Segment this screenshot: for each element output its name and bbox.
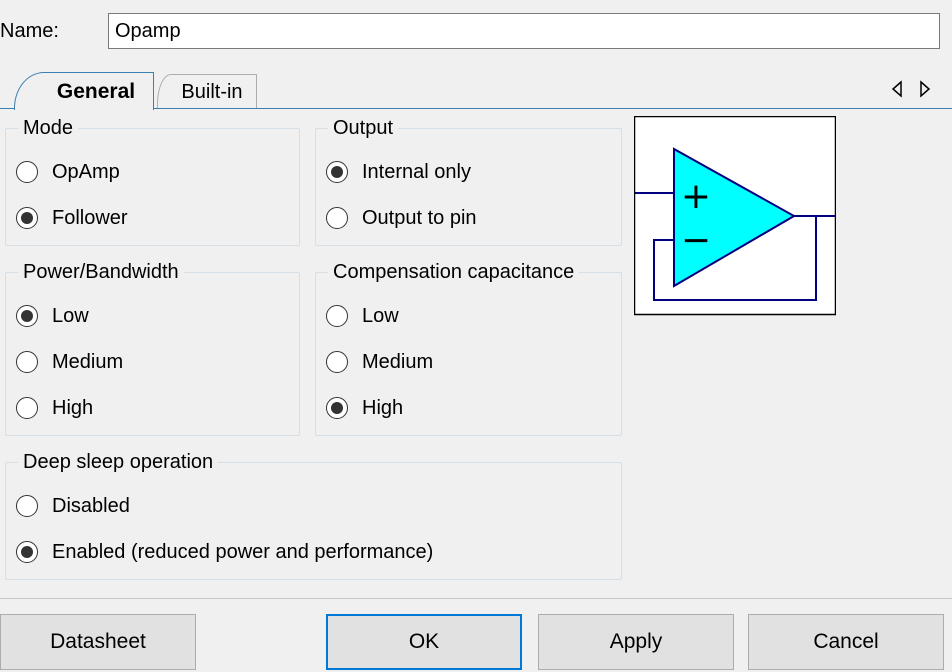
- deep-sleep-disabled-radio[interactable]: [16, 495, 38, 517]
- mode-follower-label: Follower: [52, 206, 128, 229]
- minus-sign: −: [681, 220, 711, 261]
- deep-sleep-group: Deep sleep operation Disabled Enabled (r…: [5, 449, 622, 580]
- power-bandwidth-group: Power/Bandwidth Low Medium High: [5, 259, 300, 436]
- compensation-group: Compensation capacitance Low Medium High: [315, 259, 622, 436]
- power-option-high[interactable]: High: [16, 394, 93, 422]
- compensation-option-high[interactable]: High: [326, 394, 403, 422]
- deep-sleep-enabled-radio[interactable]: [16, 541, 38, 563]
- cancel-button[interactable]: Cancel: [748, 614, 944, 670]
- deep-sleep-option-enabled[interactable]: Enabled (reduced power and performance): [16, 538, 433, 566]
- mode-option-follower[interactable]: Follower: [16, 204, 128, 232]
- compensation-low-label: Low: [362, 304, 399, 327]
- apply-button[interactable]: Apply: [538, 614, 734, 670]
- mode-follower-radio[interactable]: [16, 207, 38, 229]
- power-low-label: Low: [52, 304, 89, 327]
- compensation-high-label: High: [362, 396, 404, 419]
- deep-sleep-group-title: Deep sleep operation: [18, 449, 219, 475]
- mode-group: Mode OpAmp Follower: [5, 115, 300, 246]
- output-option-internal[interactable]: Internal only: [326, 158, 471, 186]
- output-internal-label: Internal only: [362, 160, 471, 183]
- compensation-high-radio[interactable]: [326, 397, 348, 419]
- tab-general[interactable]: General: [14, 72, 154, 110]
- output-group-title: Output: [328, 115, 399, 141]
- output-pin-label: Output to pin: [362, 206, 477, 229]
- mode-opamp-radio[interactable]: [16, 161, 38, 183]
- compensation-medium-radio[interactable]: [326, 351, 348, 373]
- deep-sleep-disabled-label: Disabled: [52, 494, 130, 517]
- power-high-radio[interactable]: [16, 397, 38, 419]
- mode-option-opamp[interactable]: OpAmp: [16, 158, 120, 186]
- triangle-right-icon[interactable]: [918, 80, 932, 98]
- deep-sleep-option-disabled[interactable]: Disabled: [16, 492, 130, 520]
- power-option-medium[interactable]: Medium: [16, 348, 123, 376]
- output-pin-radio[interactable]: [326, 207, 348, 229]
- power-medium-label: Medium: [52, 350, 124, 373]
- triangle-left-icon[interactable]: [890, 80, 904, 98]
- output-group: Output Internal only Output to pin: [315, 115, 622, 246]
- plus-sign: +: [681, 176, 711, 217]
- power-high-label: High: [52, 396, 94, 419]
- compensation-group-title: Compensation capacitance: [328, 259, 580, 285]
- mode-group-title: Mode: [18, 115, 79, 141]
- compensation-option-medium[interactable]: Medium: [326, 348, 433, 376]
- output-option-pin[interactable]: Output to pin: [326, 204, 477, 232]
- name-input[interactable]: [108, 13, 940, 49]
- power-low-radio[interactable]: [16, 305, 38, 327]
- output-internal-radio[interactable]: [326, 161, 348, 183]
- mode-opamp-label: OpAmp: [52, 160, 120, 183]
- deep-sleep-enabled-label: Enabled (reduced power and performance): [52, 540, 434, 563]
- opamp-follower-icon: + −: [634, 116, 836, 316]
- compensation-option-low[interactable]: Low: [326, 302, 399, 330]
- datasheet-button[interactable]: Datasheet: [0, 614, 196, 670]
- power-option-low[interactable]: Low: [16, 302, 89, 330]
- ok-button[interactable]: OK: [326, 614, 522, 670]
- power-medium-radio[interactable]: [16, 351, 38, 373]
- name-label: Name:: [0, 20, 59, 42]
- power-group-title: Power/Bandwidth: [18, 259, 184, 285]
- compensation-medium-label: Medium: [362, 350, 434, 373]
- bottom-separator: [0, 598, 952, 599]
- compensation-low-radio[interactable]: [326, 305, 348, 327]
- tab-built-in[interactable]: Built-in: [157, 74, 257, 108]
